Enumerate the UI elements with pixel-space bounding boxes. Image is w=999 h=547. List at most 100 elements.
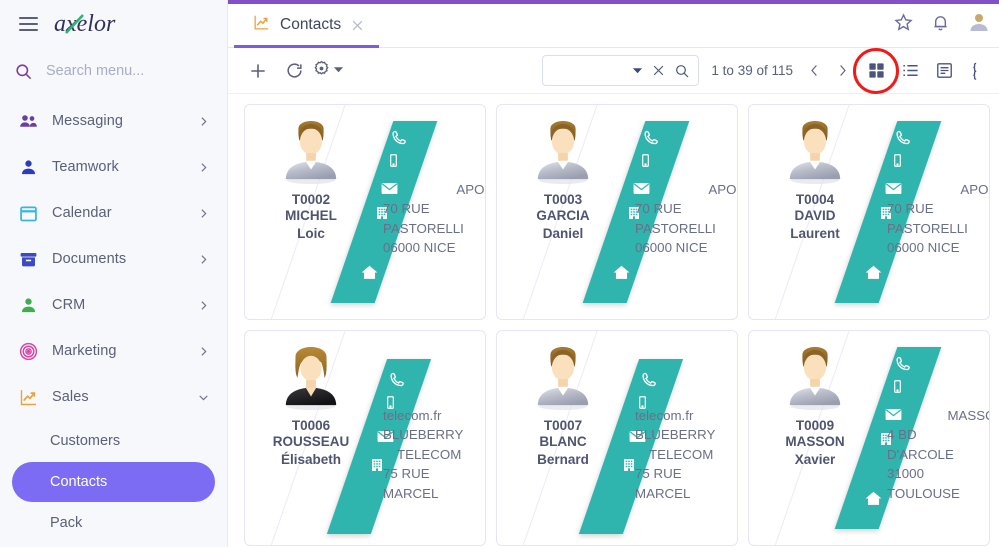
search-menu-input[interactable] (40, 63, 210, 79)
contact-card[interactable]: T0004 DAVID Laurent 04.73.2607.95.48.2l.… (748, 104, 990, 320)
contact-address-line: TOULOUSE (887, 485, 960, 501)
contact-last-name: MICHEL (285, 208, 337, 223)
search-icon (14, 62, 40, 81)
sidebar-item-label: Teamwork (52, 159, 119, 175)
contact-identity: T0009 MASSON Xavier (763, 347, 867, 469)
menu-toggle-button[interactable] (8, 4, 48, 44)
contact-address-line: 70 RUE (383, 201, 430, 216)
contact-identity: T0003 GARCIA Daniel (511, 121, 615, 243)
contact-code: T0006 (291, 418, 331, 433)
view-mode-switcher (861, 56, 993, 86)
calendar-icon (18, 203, 52, 224)
settings-menu-button[interactable] (312, 59, 344, 83)
kanban-view-icon[interactable] (963, 56, 993, 86)
chevron-down-icon[interactable] (632, 65, 643, 76)
pagination: 1 to 39 of 115 (711, 56, 855, 86)
contact-phone: 04.32.13.60 (635, 347, 737, 367)
sidebar-item-calendar[interactable]: Calendar (0, 190, 227, 236)
contact-first-name: Daniel (542, 226, 584, 241)
contact-code: T0003 (543, 192, 583, 207)
contact-first-name: Xavier (794, 452, 836, 467)
contact-identity: T0006 ROUSSEAU Élisabeth (259, 347, 363, 469)
contact-company: MASSON SA (947, 407, 989, 423)
contact-email: l.michel@apo (383, 160, 485, 180)
sidebar-item-messaging[interactable]: Messaging (0, 98, 227, 144)
axelor-logo[interactable]: axelor (52, 4, 148, 44)
contact-company: APOLLO (708, 181, 737, 197)
sidebar-subitem-label: Customers (50, 433, 121, 449)
user-avatar[interactable] (967, 10, 991, 34)
sidebar-item-label: Messaging (52, 113, 124, 129)
contact-address-line: 06000 NICE (383, 240, 456, 255)
contact-last-name: GARCIA (536, 208, 590, 223)
form-view-icon[interactable] (929, 56, 959, 86)
filter-search-input[interactable] (543, 63, 625, 78)
tab-contacts[interactable]: Contacts (234, 3, 380, 48)
refresh-icon[interactable] (276, 53, 312, 89)
contact-details: 04.73.2607.95.48.2l.david@apAPOLLO 70 RUE… (887, 121, 989, 258)
contact-address-line: 70 RUE (635, 201, 682, 216)
prev-page-button[interactable] (801, 56, 827, 86)
contact-phone: 04.86.61.79 (383, 347, 485, 367)
search-icon[interactable] (674, 63, 690, 79)
contacts-card-grid: T0002 MICHEL Loic 04.31.45.3906.41.66.37… (228, 94, 999, 547)
cards-view-icon[interactable] (861, 56, 891, 86)
contact-identity: T0004 DAVID Laurent (763, 121, 867, 243)
home-icon (864, 263, 883, 282)
male-avatar (784, 121, 846, 190)
contact-identity: T0007 BLANC Bernard (511, 347, 615, 469)
sidebar-item-crm[interactable]: CRM (0, 282, 227, 328)
contact-mobile: 06.41.66.37.9 (383, 141, 485, 161)
contact-mobile: 07.95.48.2 (887, 141, 989, 161)
sidebar-header: axelor (0, 0, 227, 48)
sidebar-item-documents[interactable]: Documents (0, 236, 227, 282)
contact-email: x.masson@ (887, 386, 989, 406)
contact-card[interactable]: T0007 BLANC Bernard 04.32.13.6007.83.63.… (496, 330, 738, 546)
favorites-star-icon[interactable] (893, 12, 914, 33)
contact-last-name: ROUSSEAU (272, 434, 350, 449)
contact-first-name: Élisabeth (280, 452, 342, 467)
contact-last-name: BLANC (539, 434, 587, 449)
contact-card[interactable]: T0002 MICHEL Loic 04.31.45.3906.41.66.37… (244, 104, 486, 320)
contact-mobile: 07.83.63.98.9 (635, 367, 737, 387)
new-record-button[interactable] (240, 53, 276, 89)
search-filter-box[interactable] (542, 55, 700, 86)
sidebar-search[interactable] (0, 48, 227, 94)
sidebar-item-customers[interactable]: Customers (12, 421, 215, 461)
contact-company-cont: TELECOM (649, 446, 714, 462)
contact-identity: T0002 MICHEL Loic (259, 121, 363, 243)
contact-email: e.rousseau@b (383, 386, 485, 406)
sidebar-item-label: CRM (52, 297, 86, 313)
sidebar-item-contacts[interactable]: Contacts (12, 462, 215, 502)
sidebar-item-sales[interactable]: Sales (0, 374, 227, 420)
sidebar-item-pack[interactable]: Pack (12, 503, 215, 543)
sidebar-item-marketing[interactable]: Marketing (0, 328, 227, 374)
contact-card[interactable]: T0009 MASSON Xavier 05.15.6007.76.18.6x.… (748, 330, 990, 546)
list-view-icon[interactable] (895, 56, 925, 86)
sidebar-subitem-label: Contacts (50, 474, 108, 490)
home-icon (864, 489, 883, 508)
next-page-button[interactable] (829, 56, 855, 86)
male-avatar (280, 121, 342, 190)
person-green-icon (18, 295, 52, 316)
contact-address-line: MARCEL (635, 485, 691, 501)
notifications-bell-icon[interactable] (930, 12, 951, 33)
contact-details: 04.19.14.8906.89.42.54.9d.garcia@apoAPOL… (635, 121, 737, 258)
contact-mobile: 06.89.42.54.9 (635, 141, 737, 161)
contact-card[interactable]: T0003 GARCIA Daniel 04.19.14.8906.89.42.… (496, 104, 738, 320)
clear-filter-icon[interactable] (651, 63, 666, 78)
header-actions (893, 3, 999, 47)
contact-address-line: 75 RUE (383, 466, 430, 481)
contact-phone: 04.19.14.89 (635, 121, 737, 141)
sidebar-item-teamwork[interactable]: Teamwork (0, 144, 227, 190)
close-icon[interactable] (350, 18, 365, 33)
people-icon (18, 111, 52, 132)
chevron-right-icon (197, 161, 211, 174)
contact-card[interactable]: T0006 ROUSSEAU Élisabeth 04.86.61.7906.1… (244, 330, 486, 546)
male-avatar (784, 347, 846, 416)
contact-first-name: Bernard (537, 452, 589, 467)
contact-details: 04.86.61.7906.14.62.29.9e.rousseau@btele… (383, 347, 485, 503)
archive-icon (18, 249, 52, 270)
sidebar-menu: Messaging Teamwork Calendar Documents CR… (0, 94, 227, 547)
chevron-right-icon (197, 207, 211, 220)
